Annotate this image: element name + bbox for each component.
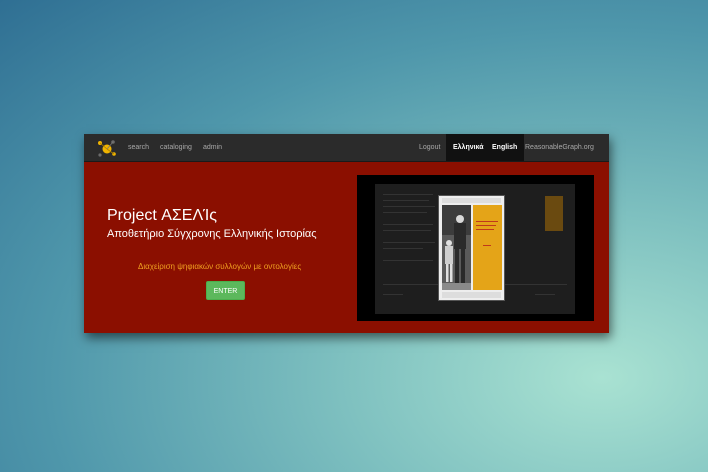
book-title-line bbox=[476, 221, 498, 222]
navbar: search cataloging admin Logout Ελληνικά … bbox=[84, 134, 609, 162]
preview-book-cover bbox=[438, 195, 505, 301]
nav-search[interactable]: search bbox=[128, 134, 149, 161]
preview-side-thumbnail bbox=[545, 196, 563, 231]
book-title-line bbox=[476, 225, 496, 226]
nav-logout[interactable]: Logout bbox=[419, 134, 440, 161]
hero-title: Project ΑΣΕΛΊς bbox=[107, 207, 218, 224]
hero-section: Project ΑΣΕΛΊς Αποθετήριο Σύγχρονης Ελλη… bbox=[84, 162, 609, 333]
preview-text-line bbox=[383, 206, 435, 207]
preview-text-line bbox=[383, 194, 433, 195]
preview-text-line bbox=[383, 294, 403, 295]
nav-admin[interactable]: admin bbox=[203, 134, 222, 161]
preview-text-line bbox=[383, 200, 429, 201]
molecule-logo-icon[interactable] bbox=[97, 138, 117, 158]
nav-reasonablegraph[interactable]: ReasonableGraph.org bbox=[525, 134, 594, 161]
preview-screenshot bbox=[357, 175, 594, 321]
preview-text-line bbox=[535, 294, 555, 295]
book-footer bbox=[442, 292, 501, 298]
nav-lang-english[interactable]: English bbox=[485, 134, 525, 161]
hero-tagline: Διαχείριση ψηφιακών συλλογών με οντολογί… bbox=[138, 262, 302, 271]
preview-text-line bbox=[383, 260, 433, 261]
preview-text-line bbox=[383, 212, 427, 213]
photo-figures-icon bbox=[442, 205, 471, 290]
nav-cataloging[interactable]: cataloging bbox=[160, 134, 192, 161]
preview-text-line bbox=[383, 248, 423, 249]
enter-button[interactable]: ENTER bbox=[206, 281, 245, 300]
nav-lang-greek[interactable]: Ελληνικά bbox=[446, 134, 491, 161]
app-window: search cataloging admin Logout Ελληνικά … bbox=[84, 134, 609, 333]
preview-text-line bbox=[383, 242, 435, 243]
book-photo bbox=[442, 205, 471, 290]
book-title-line bbox=[483, 245, 491, 246]
hero-subtitle: Αποθετήριο Σύγχρονης Ελληνικής Ιστορίας bbox=[107, 228, 317, 240]
book-title-line bbox=[476, 229, 494, 230]
preview-text-line bbox=[383, 230, 431, 231]
book-title-panel bbox=[473, 205, 502, 290]
book-header bbox=[442, 198, 501, 203]
preview-text-line bbox=[383, 224, 433, 225]
